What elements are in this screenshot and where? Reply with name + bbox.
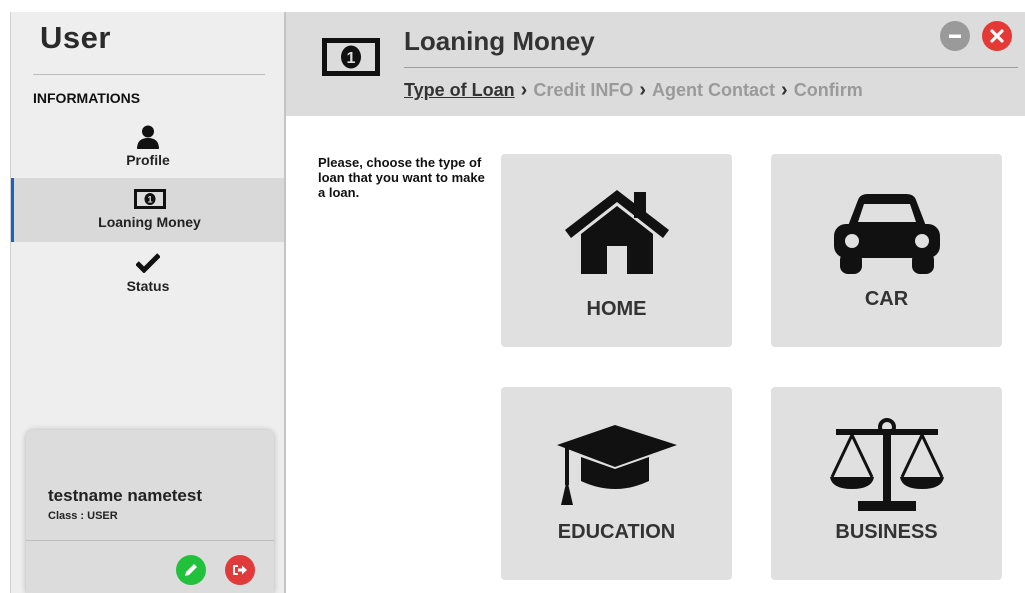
instruction-text: Please, choose the type of loan that you… (318, 155, 485, 200)
breadcrumb: Type of Loan › Credit INFO › Agent Conta… (404, 79, 863, 102)
sidebar-item-profile[interactable]: Profile (11, 116, 285, 180)
graduation-cap-icon (501, 425, 732, 507)
close-button[interactable] (982, 21, 1012, 51)
pencil-icon (185, 564, 197, 576)
page-title: Loaning Money (404, 26, 595, 56)
money-bill-icon: 1 (322, 38, 380, 81)
header-divider (404, 67, 1018, 68)
car-icon (771, 192, 1002, 276)
loan-type-education-tile[interactable]: EDUCATION (501, 387, 732, 580)
loan-type-car-tile[interactable]: CAR (771, 154, 1002, 347)
sidebar-title: User (40, 20, 111, 55)
edit-profile-button[interactable] (176, 555, 206, 585)
loan-type-business-tile[interactable]: BUSINESS (771, 387, 1002, 580)
money-bill-icon: 1 (14, 188, 285, 210)
tile-label: HOME (586, 298, 647, 320)
svg-text:1: 1 (147, 195, 152, 205)
sidebar-section-label: INFORMATIONS (33, 90, 141, 106)
sidebar-item-loaning-money[interactable]: 1 Loaning Money (11, 178, 285, 242)
chevron-right-icon: › (639, 79, 647, 101)
user-class: Class : USER (48, 510, 118, 522)
step-agent-contact[interactable]: Agent Contact (652, 80, 775, 101)
chevron-right-icon: › (520, 79, 528, 101)
loan-type-home-tile[interactable]: HOME (501, 154, 732, 347)
sign-out-icon (233, 565, 247, 575)
sidebar: User INFORMATIONS Profile 1 Loaning Mone… (10, 12, 285, 593)
minimize-button[interactable] (940, 21, 970, 51)
user-name: testname nametest (48, 486, 203, 505)
close-icon (990, 29, 1004, 43)
house-icon (501, 188, 732, 274)
user-card: testname nametest Class : USER (26, 430, 274, 593)
user-card-divider (26, 540, 274, 541)
chevron-right-icon: › (781, 79, 788, 101)
step-confirm[interactable]: Confirm (794, 80, 863, 101)
svg-text:1: 1 (347, 50, 356, 67)
sidebar-divider (33, 74, 265, 75)
sidebar-item-status[interactable]: Status (11, 242, 285, 306)
minus-icon (949, 34, 961, 38)
checkmark-icon (11, 252, 285, 274)
sidebar-item-label: Status (126, 278, 170, 294)
sidebar-item-label: Profile (126, 152, 170, 168)
tile-label: EDUCATION (557, 521, 676, 543)
tile-label: BUSINESS (835, 521, 938, 543)
tile-label: CAR (864, 288, 909, 310)
balance-scale-icon (771, 417, 1002, 513)
logout-button[interactable] (225, 555, 255, 585)
user-icon (11, 125, 285, 149)
sidebar-item-label: Loaning Money (98, 214, 201, 230)
step-credit-info[interactable]: Credit INFO (533, 80, 633, 101)
step-type-of-loan[interactable]: Type of Loan (404, 80, 515, 101)
page-header: 1 Loaning Money Type of Loan › Credit IN… (286, 12, 1025, 116)
